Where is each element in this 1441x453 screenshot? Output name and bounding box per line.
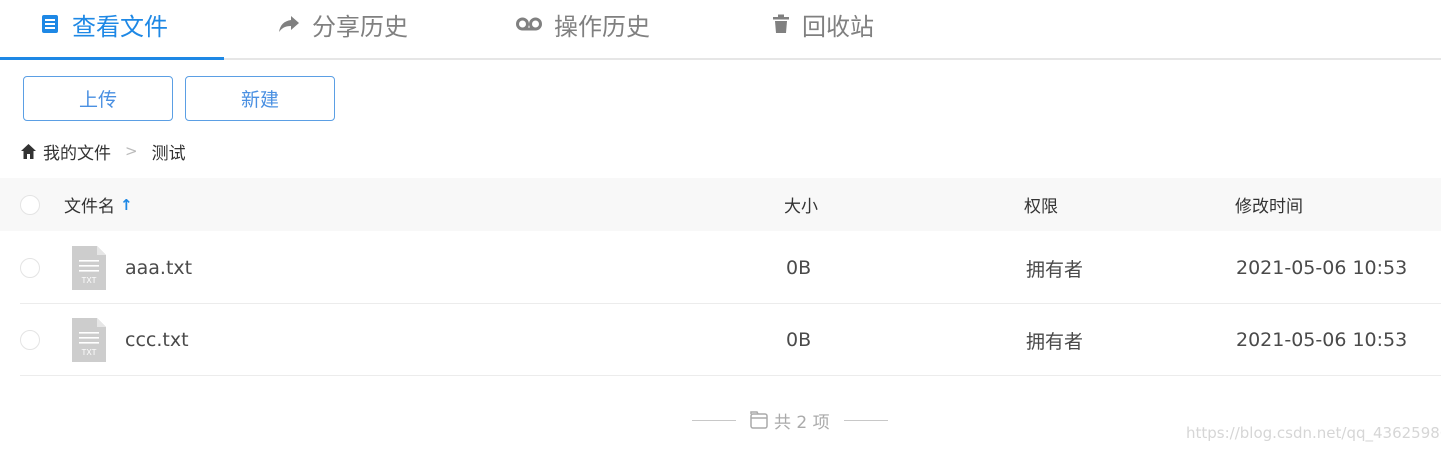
file-modified: 2021-05-06 10:53 xyxy=(1236,257,1408,279)
tab-bar: 查看文件 分享历史 操作历史 回收站 xyxy=(0,0,1441,60)
watermark: https://blog.csdn.net/qq_43625986 xyxy=(1186,424,1441,442)
tab-label: 回收站 xyxy=(802,12,874,41)
breadcrumb-separator: > xyxy=(125,142,138,160)
new-button[interactable]: 新建 xyxy=(185,76,335,121)
total-count: 共 2 项 xyxy=(774,412,830,433)
file-name[interactable]: ccc.txt xyxy=(125,304,189,376)
file-list-icon xyxy=(40,14,60,34)
table-row[interactable]: TXT aaa.txt 0B 拥有者 2021-05-06 10:53 xyxy=(20,232,1441,304)
breadcrumb: 我的文件 > 测试 xyxy=(20,138,186,164)
trash-icon xyxy=(772,14,790,34)
header-size: 大小 xyxy=(784,197,818,217)
select-all-radio[interactable] xyxy=(20,194,40,215)
share-arrow-icon xyxy=(278,14,300,34)
file-name[interactable]: aaa.txt xyxy=(125,232,192,304)
row-radio[interactable] xyxy=(20,330,40,350)
table-header: 文件名 ↑ 大小 权限 修改时间 xyxy=(0,178,1441,231)
file-size: 0B xyxy=(786,257,812,279)
select-all-checkbox[interactable] xyxy=(20,178,40,231)
breadcrumb-home[interactable]: 我的文件 xyxy=(20,139,111,164)
active-tab-indicator xyxy=(0,57,224,60)
row-checkbox[interactable] xyxy=(20,232,40,304)
tab-label: 查看文件 xyxy=(72,12,168,41)
file-modified: 2021-05-06 10:53 xyxy=(1236,329,1408,351)
svg-text:TXT: TXT xyxy=(81,276,96,285)
tab-view-files[interactable]: 查看文件 xyxy=(40,0,168,48)
file-permission: 拥有者 xyxy=(1026,330,1084,353)
row-radio[interactable] xyxy=(20,258,40,278)
header-modified: 修改时间 xyxy=(1235,197,1303,217)
folder-outline-icon xyxy=(750,411,768,429)
row-checkbox[interactable] xyxy=(20,304,40,376)
txt-file-icon: TXT xyxy=(72,232,106,304)
tab-label: 操作历史 xyxy=(554,12,650,41)
footer-divider xyxy=(843,419,888,421)
header-name[interactable]: 文件名 ↑ xyxy=(64,178,133,231)
breadcrumb-home-label: 我的文件 xyxy=(43,143,111,164)
tab-operation-history[interactable]: 操作历史 xyxy=(516,0,650,48)
tab-label: 分享历史 xyxy=(312,12,408,41)
file-permission: 拥有者 xyxy=(1026,258,1084,281)
tab-recycle-bin[interactable]: 回收站 xyxy=(772,0,874,48)
txt-file-icon: TXT xyxy=(72,304,106,376)
home-icon xyxy=(20,143,37,160)
header-name-label: 文件名 xyxy=(64,197,115,217)
upload-button[interactable]: 上传 xyxy=(23,76,173,121)
sort-asc-icon[interactable]: ↑ xyxy=(120,196,133,214)
svg-text:TXT: TXT xyxy=(81,348,96,357)
tab-share-history[interactable]: 分享历史 xyxy=(278,0,408,48)
footer-divider xyxy=(692,419,736,421)
header-permission: 权限 xyxy=(1024,197,1058,217)
table-row[interactable]: TXT ccc.txt 0B 拥有者 2021-05-06 10:53 xyxy=(20,304,1441,376)
list-footer: 共 2 项 xyxy=(692,408,888,433)
voicemail-icon xyxy=(516,16,542,32)
file-size: 0B xyxy=(786,329,812,351)
breadcrumb-current[interactable]: 测试 xyxy=(152,139,186,164)
